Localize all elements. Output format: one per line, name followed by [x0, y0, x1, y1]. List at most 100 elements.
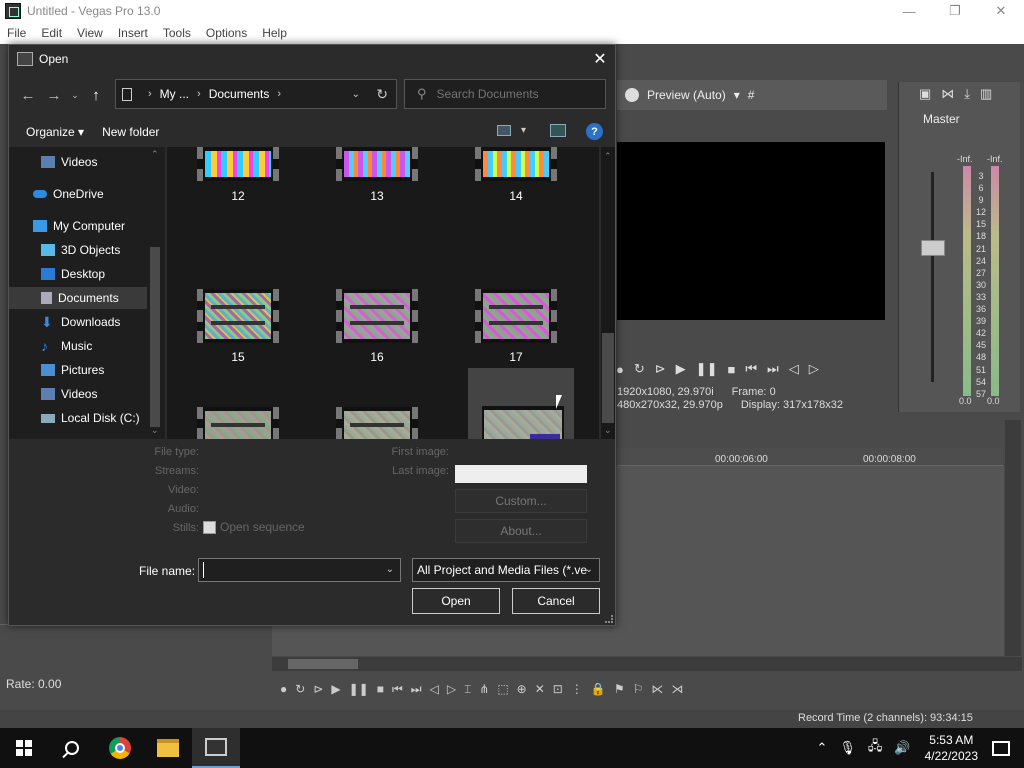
timeline-vertical-scrollbar[interactable]	[1005, 420, 1021, 656]
play-from-start-icon[interactable]: ⊳	[655, 361, 666, 377]
file-type-filter[interactable]: All Project and Media Files (*.ve ⌄	[412, 558, 600, 582]
prev-frame-icon[interactable]: ◁	[430, 682, 439, 696]
nav-item-my-computer[interactable]: My Computer	[9, 215, 147, 237]
scrollbar-thumb[interactable]	[288, 659, 358, 669]
downmix-icon[interactable]: ⤓	[964, 86, 970, 102]
nav-item-onedrive[interactable]: OneDrive	[9, 183, 147, 205]
master-fader-track[interactable]	[931, 172, 934, 382]
nav-item-documents[interactable]: Documents	[9, 287, 147, 309]
next-frame-icon[interactable]: ▷	[809, 361, 819, 377]
preview-toggle-icon[interactable]	[625, 88, 639, 102]
menu-options[interactable]: Options	[199, 26, 255, 40]
stop-icon[interactable]: ■	[727, 362, 735, 377]
go-to-end-icon[interactable]: ⏭	[411, 682, 422, 697]
refresh-icon[interactable]: ↻	[376, 86, 388, 103]
split-icon[interactable]: ⋮	[571, 682, 583, 696]
maximize-button[interactable]: ❐	[932, 0, 978, 22]
play-from-start-icon[interactable]: ⊳	[313, 682, 323, 696]
organize-button[interactable]: Organize ▾	[9, 125, 94, 139]
taskbar-file-explorer[interactable]	[144, 728, 192, 768]
breadcrumb-separator-icon[interactable]: ›	[277, 88, 281, 100]
play-icon[interactable]: ▶	[676, 361, 686, 377]
master-fader-handle[interactable]	[921, 240, 945, 256]
record-icon[interactable]: ●	[280, 682, 287, 696]
menu-tools[interactable]: Tools	[156, 26, 199, 40]
go-to-end-icon[interactable]: ⏭	[767, 361, 779, 377]
view-options-icon[interactable]	[497, 125, 511, 136]
play-icon[interactable]: ▶	[331, 682, 340, 696]
clock[interactable]: 5:53 AM 4/22/2023	[925, 732, 978, 764]
trim-icon[interactable]: ⊡	[553, 682, 563, 696]
file-list-scrollbar[interactable]: ⌃ ⌄	[601, 147, 615, 439]
nav-item-3d-objects[interactable]: 3D Objects	[9, 239, 147, 261]
pause-icon[interactable]: ❚❚	[349, 682, 369, 696]
minimize-button[interactable]: —	[886, 0, 932, 22]
new-folder-button[interactable]: New folder	[94, 125, 169, 139]
notifications-icon[interactable]	[992, 740, 1010, 756]
bypass-icon[interactable]: ⋈	[941, 86, 954, 102]
go-to-start-icon[interactable]: ⏮	[392, 682, 403, 697]
scrollbar-thumb[interactable]	[150, 247, 160, 427]
channels-icon[interactable]: ▥	[980, 86, 992, 102]
timeline-ruler[interactable]: 00:00:06:00 00:00:08:00	[617, 448, 1003, 466]
nav-item-local-disk[interactable]: Local Disk (C:)	[9, 407, 147, 429]
menu-edit[interactable]: Edit	[34, 26, 70, 40]
open-sequence-checkbox[interactable]	[203, 521, 216, 534]
preview-mode-dropdown[interactable]: Preview (Auto)	[647, 88, 726, 102]
loop-icon[interactable]: ↻	[295, 682, 305, 696]
edit-tool-icon[interactable]: ⌶	[464, 682, 471, 697]
file-item-13[interactable]: 13	[324, 147, 430, 203]
breadcrumb-documents[interactable]: Documents	[209, 87, 270, 101]
chevron-down-icon[interactable]: ▾	[734, 88, 740, 102]
up-arrow-icon[interactable]: ↑	[83, 82, 109, 108]
file-name-input[interactable]	[203, 562, 373, 578]
close-window-button[interactable]: ✕	[978, 0, 1024, 22]
nav-item-videos[interactable]: Videos	[9, 383, 147, 405]
selection-tool-icon[interactable]: ⬚	[497, 682, 508, 696]
nav-item-videos-top[interactable]: Videos	[9, 151, 147, 173]
delete-icon[interactable]: ✕	[535, 682, 545, 696]
menu-view[interactable]: View	[70, 26, 111, 40]
prev-frame-icon[interactable]: ◁	[789, 361, 799, 377]
preview-pane-icon[interactable]	[550, 124, 566, 137]
stop-icon[interactable]: ■	[377, 682, 384, 696]
taskbar-search-button[interactable]	[48, 728, 96, 768]
scroll-up-icon[interactable]: ⌃	[604, 151, 612, 162]
file-item-19[interactable]: 19	[324, 325, 430, 439]
properties-icon[interactable]: ▣	[919, 86, 931, 102]
region-icon[interactable]: ⚐	[633, 682, 644, 696]
microphone-icon[interactable]: 🎙	[839, 740, 856, 756]
timeline-horizontal-scrollbar[interactable]	[272, 657, 1022, 671]
volume-icon[interactable]: 🔊	[894, 740, 910, 756]
breadcrumb-my[interactable]: My ...	[160, 87, 189, 101]
recent-chevron-icon[interactable]: ⌄	[67, 82, 83, 108]
loop-icon[interactable]: ↻	[634, 361, 645, 377]
open-button[interactable]: Open	[412, 588, 500, 614]
grid-icon[interactable]: #	[748, 88, 755, 102]
nav-item-desktop[interactable]: Desktop	[9, 263, 147, 285]
taskbar-chrome[interactable]	[96, 728, 144, 768]
menu-file[interactable]: File	[0, 26, 34, 40]
zoom-tool-icon[interactable]: ⊕	[517, 682, 527, 696]
scrollbar-thumb[interactable]	[602, 333, 614, 423]
menu-insert[interactable]: Insert	[111, 26, 156, 40]
scroll-up-icon[interactable]: ⌃	[151, 149, 159, 160]
chevron-down-icon[interactable]: ⌄	[386, 564, 394, 575]
nav-item-pictures[interactable]: Pictures	[9, 359, 147, 381]
chevron-up-icon[interactable]: ⌃	[817, 740, 828, 756]
lock-icon[interactable]: 🔒	[591, 682, 606, 696]
back-arrow-icon[interactable]: ←	[15, 82, 41, 108]
cancel-button[interactable]: Cancel	[512, 588, 600, 614]
address-bar[interactable]: › My ... › Documents › ⌄ ↻	[115, 79, 397, 109]
auto-ripple-icon[interactable]: ⋊	[671, 682, 683, 696]
scroll-down-icon[interactable]: ⌄	[604, 425, 612, 436]
taskbar-vegas[interactable]	[192, 728, 240, 768]
snapping-icon[interactable]: ⋉	[651, 682, 663, 696]
nav-item-downloads[interactable]: ⬇ Downloads	[9, 311, 147, 333]
custom-button[interactable]: Custom...	[455, 489, 587, 513]
file-item-12[interactable]: 12	[185, 147, 291, 203]
start-button[interactable]	[0, 728, 48, 768]
menu-help[interactable]: Help	[255, 26, 295, 40]
last-image-field[interactable]	[455, 465, 587, 483]
envelope-tool-icon[interactable]: ⋔	[479, 682, 489, 696]
